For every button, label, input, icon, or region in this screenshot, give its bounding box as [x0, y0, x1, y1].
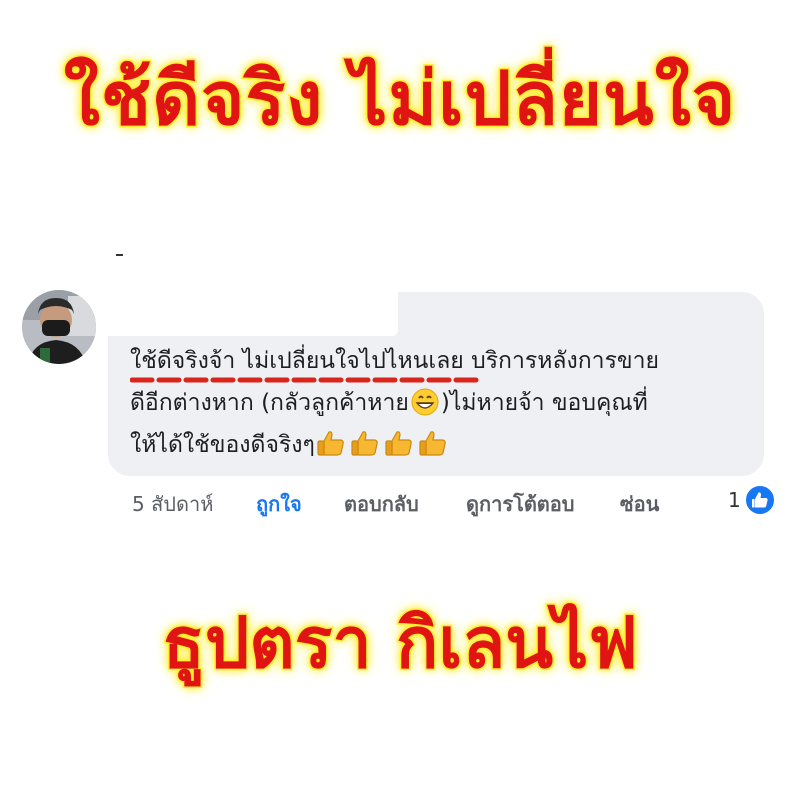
comment-timestamp: 5 สัปดาห์ [132, 492, 214, 516]
headline-title: ใช้ดีจริง ไม่เปลี่ยนใจ [62, 56, 737, 142]
comment-line-3: ให้ได้ใช้ของดีจริงๆ [130, 424, 750, 473]
red-dashed-underline [130, 377, 480, 383]
comment-line-2: ดีอีกต่างหาก (กลัวลูกค้าหาย )ไม่หายจ้า ข… [130, 382, 750, 424]
thumbs-up-icon [351, 431, 378, 456]
comment-line-2-start: ดีอีกต่างหาก (กลัวลูกค้าหาย [130, 390, 409, 416]
redacted-author-name [108, 292, 398, 336]
view-replies-button[interactable]: ดูการโต้ตอบ [466, 488, 575, 520]
reaction-count: 1 [728, 488, 741, 512]
thumbs-up-icon [385, 431, 412, 456]
comment-text: ใช้ดีจริงจ้า ไม่เปลี่ยนใจไปไหนเลย บริการ… [130, 340, 750, 473]
page: ใช้ดีจริง ไม่เปลี่ยนใจ ใช้ดีจริงจ้า ไม่เ… [0, 0, 800, 800]
like-reaction-icon[interactable] [744, 484, 776, 516]
hide-button[interactable]: ซ่อน [620, 488, 659, 520]
comment-line-2-end: )ไม่หายจ้า ขอบคุณที่ [440, 390, 648, 416]
divider-mark [116, 254, 123, 256]
thumbs-up-group [315, 427, 451, 473]
comment-actions: 5 สัปดาห์ ถูกใจ ตอบกลับ ดูการโต้ตอบ ซ่อน… [132, 484, 792, 520]
grinning-face-icon [411, 388, 439, 416]
brand-name: ธูปตรา กิเลนไฟ [161, 602, 640, 684]
thumbs-up-icon [317, 431, 344, 456]
avatar-photo [22, 290, 96, 364]
thumbs-up-icon [752, 492, 768, 508]
reply-button[interactable]: ตอบกลับ [344, 488, 419, 520]
like-button[interactable]: ถูกใจ [256, 488, 302, 520]
thumbs-up-icon [419, 431, 446, 456]
comment-line-3-text: ให้ได้ใช้ของดีจริงๆ [130, 432, 315, 458]
avatar[interactable] [22, 290, 96, 364]
